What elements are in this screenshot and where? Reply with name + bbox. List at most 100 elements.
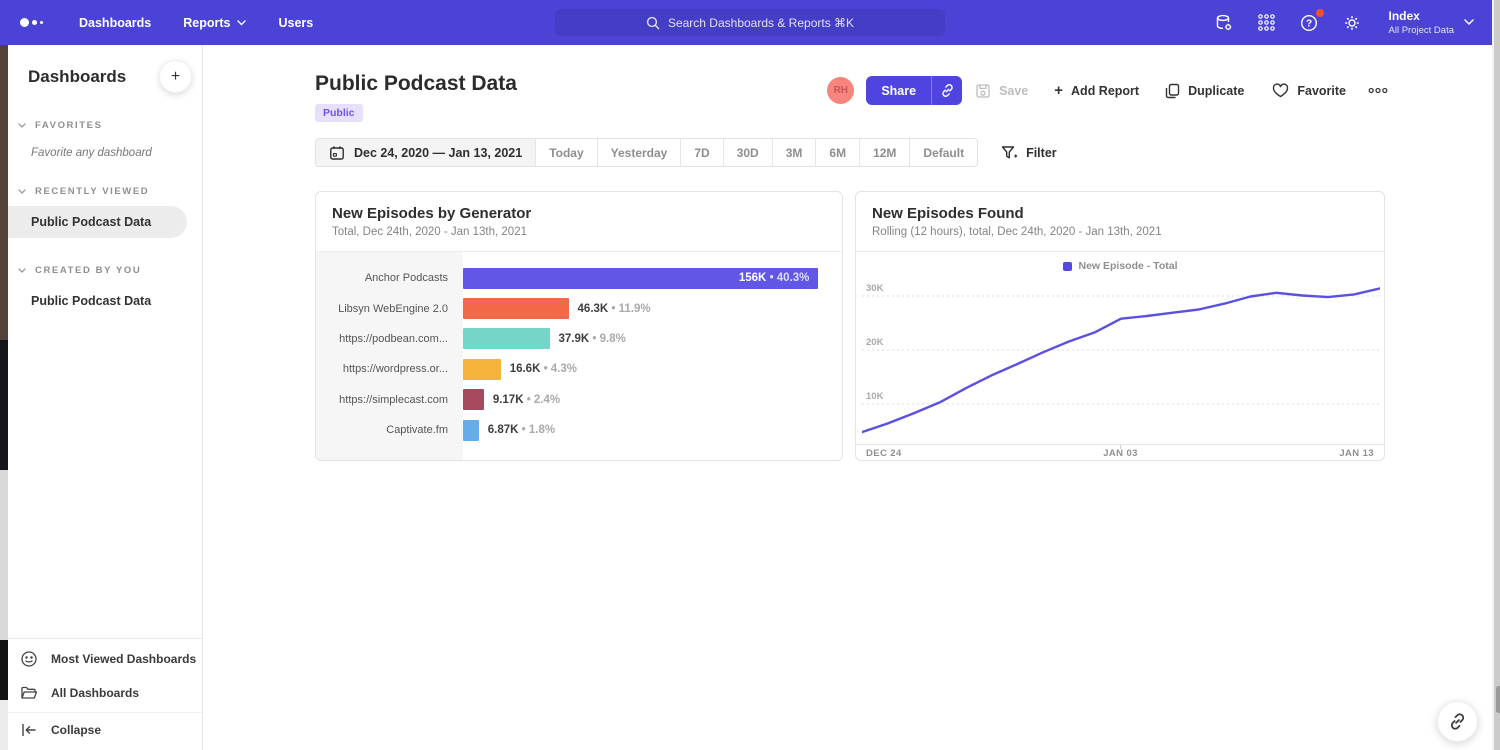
date-range-button[interactable]: Dec 24, 2020 — Jan 13, 2021: [316, 139, 535, 166]
bar-category-label: https://wordpress.or...: [316, 363, 463, 375]
favorite-label: Favorite: [1297, 84, 1346, 98]
legend-swatch: [1063, 262, 1072, 271]
public-badge: Public: [315, 104, 363, 122]
duplicate-button[interactable]: Duplicate: [1165, 83, 1244, 99]
svg-text:10K: 10K: [866, 391, 884, 402]
copy-link-fab[interactable]: [1437, 701, 1478, 742]
line-series[interactable]: [862, 288, 1380, 432]
apps-grid-icon[interactable]: [1257, 13, 1276, 32]
date-preset-button[interactable]: 6M: [815, 139, 859, 166]
link-icon: [940, 83, 955, 98]
x-axis-tick: [1120, 445, 1121, 449]
date-preset-button[interactable]: Today: [535, 139, 596, 166]
settings-icon[interactable]: [1342, 13, 1362, 33]
link-icon: [1448, 712, 1467, 731]
data-connections-icon[interactable]: [1214, 13, 1234, 33]
bar-rows: Anchor Podcasts156K • 40.3% Libsyn WebEng…: [316, 252, 842, 461]
bar-segment[interactable]: [463, 298, 569, 319]
more-options-button[interactable]: [1368, 87, 1388, 94]
section-created-by-you[interactable]: CREATED BY YOU: [8, 265, 202, 276]
favorites-empty-hint: Favorite any dashboard: [8, 131, 202, 159]
filter-label: Filter: [1026, 146, 1057, 160]
bar-row: https://simplecast.com 9.17K • 2.4%: [316, 385, 842, 415]
section-label: CREATED BY YOU: [35, 265, 141, 276]
x-tick-label: JAN 03: [1103, 448, 1138, 459]
section-recently-viewed[interactable]: RECENTLY VIEWED: [8, 186, 202, 197]
add-report-label: Add Report: [1071, 84, 1139, 98]
search-icon: [646, 16, 660, 30]
bar-value-label: 46.3K • 11.9%: [578, 303, 651, 315]
bar-row: Anchor Podcasts156K • 40.3%: [316, 263, 842, 293]
collapse-sidebar-button[interactable]: Collapse: [8, 712, 202, 750]
bar-segment[interactable]: 156K • 40.3%: [463, 268, 818, 289]
svg-text:30K: 30K: [866, 283, 884, 294]
x-tick-label: DEC 24: [866, 448, 902, 459]
bar-chart-title: New Episodes by Generator: [332, 205, 826, 222]
save-label: Save: [999, 84, 1028, 98]
desktop-edge: [0, 45, 8, 750]
date-presets: TodayYesterday7D30D3M6M12MDefault: [535, 139, 977, 166]
date-preset-button[interactable]: 7D: [680, 139, 722, 166]
date-preset-button[interactable]: Default: [909, 139, 977, 166]
date-preset-button[interactable]: 12M: [859, 139, 909, 166]
save-button[interactable]: Save: [975, 83, 1028, 99]
primary-nav: Dashboards Reports Users: [79, 16, 313, 30]
duplicate-icon: [1165, 83, 1180, 99]
sidebar-item-public-podcast-data[interactable]: Public Podcast Data: [8, 206, 187, 238]
all-dashboards-button[interactable]: All Dashboards: [8, 676, 202, 710]
heart-icon: [1272, 83, 1289, 98]
project-name: Index: [1389, 9, 1454, 23]
sidebar-footer: Most Viewed Dashboards All Dashboards Co…: [8, 638, 202, 750]
line-chart-svg[interactable]: 10K 20K 30K: [862, 276, 1380, 444]
date-preset-button[interactable]: 30D: [723, 139, 772, 166]
filter-button[interactable]: Filter: [1001, 145, 1057, 161]
favorite-button[interactable]: Favorite: [1272, 83, 1346, 98]
add-report-button[interactable]: + Add Report: [1054, 82, 1139, 99]
bar-segment[interactable]: [463, 389, 484, 410]
bar-row: Captivate.fm6.87K • 1.8%: [316, 415, 842, 445]
search-input[interactable]: Search Dashboards & Reports ⌘K: [555, 9, 945, 36]
copy-link-button[interactable]: [931, 76, 962, 105]
more-dots-icon: [1368, 87, 1388, 94]
chevron-down-icon: [18, 123, 26, 129]
nav-item-reports[interactable]: Reports: [183, 16, 246, 30]
x-axis-labels: DEC 24 JAN 03 JAN 13: [856, 444, 1384, 461]
avatar[interactable]: RH: [827, 77, 854, 104]
svg-text:20K: 20K: [866, 337, 884, 348]
bar-category-label: https://simplecast.com: [316, 394, 463, 406]
help-icon[interactable]: ?: [1299, 13, 1319, 33]
nav-item-users[interactable]: Users: [278, 16, 313, 30]
sidebar-item-public-podcast-data-created[interactable]: Public Podcast Data: [8, 285, 202, 317]
bar-segment[interactable]: [463, 328, 550, 349]
chart-legend: New Episode - Total: [856, 252, 1384, 276]
nav-utilities: ? Index All Project Data: [1214, 9, 1474, 36]
bar-segment[interactable]: [463, 420, 479, 441]
chevron-down-icon: [18, 268, 26, 274]
line-plot-area: 10K 20K 30K: [856, 276, 1384, 444]
project-switcher[interactable]: Index All Project Data: [1389, 9, 1474, 36]
scrollbar-thumb[interactable]: [1496, 686, 1500, 713]
line-chart-subtitle: Rolling (12 hours), total, Dec 24th, 202…: [872, 226, 1368, 238]
sidebar-title: Dashboards: [28, 67, 126, 87]
date-preset-button[interactable]: Yesterday: [597, 139, 681, 166]
nav-item-dashboards[interactable]: Dashboards: [79, 16, 151, 30]
date-preset-button[interactable]: 3M: [772, 139, 816, 166]
scrollbar[interactable]: [1492, 0, 1500, 750]
chevron-down-icon: [237, 20, 246, 26]
bar-category-label: Libsyn WebEngine 2.0: [316, 303, 463, 315]
mixpanel-logo-icon[interactable]: [20, 18, 43, 27]
share-button[interactable]: Share: [866, 76, 962, 105]
most-viewed-dashboards-button[interactable]: Most Viewed Dashboards: [8, 642, 202, 676]
add-dashboard-button[interactable]: +: [159, 60, 192, 93]
collapse-left-icon: [20, 722, 38, 738]
dashboard-actions: RH Share: [827, 76, 1388, 105]
share-button-label: Share: [866, 76, 931, 105]
app-window: Dashboards Reports Users Search Dashboar…: [0, 0, 1500, 750]
bar-value-label: 9.17K • 2.4%: [493, 394, 560, 406]
bar-category-label: Captivate.fm: [316, 424, 463, 436]
bar-segment[interactable]: [463, 359, 501, 380]
plus-icon: +: [1054, 82, 1063, 99]
section-favorites[interactable]: FAVORITES: [8, 120, 202, 131]
line-chart-title: New Episodes Found: [872, 205, 1368, 222]
bar-value-label: 37.9K • 9.8%: [559, 333, 626, 345]
